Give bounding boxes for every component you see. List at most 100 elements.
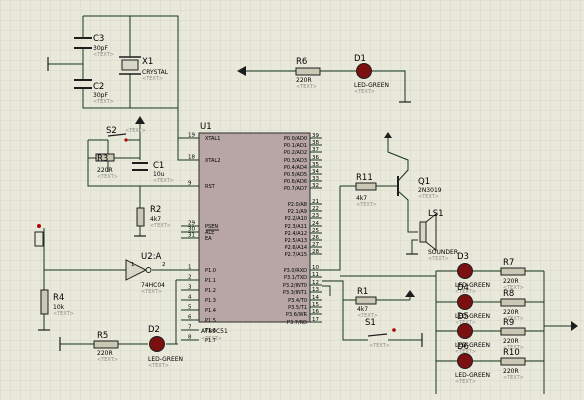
u1-pin-number: 33 [312,176,319,182]
u1-pin-number: 6 [188,315,192,321]
ls1-ref: LS1 [428,209,444,219]
r1-body [355,296,377,305]
u1-pin-name: P2.2/A10 [285,216,307,222]
d1-text-placeholder: <TEXT> [354,89,375,95]
u2-value: 74HC04 [141,282,165,289]
u1-pin-number: 36 [312,155,319,161]
u1-pin-name: P1.1 [205,278,216,284]
u1-pin-name: P2.0/A8 [288,202,307,208]
s1-contact [392,328,396,332]
u1-pin-number: 13 [312,287,319,293]
led [457,294,473,310]
c1-value: 10u [153,171,165,178]
d1-ref: D1 [354,54,366,64]
resistor-value: 220R [503,368,519,375]
led-ref: D5 [457,312,469,322]
u1-pin-name: P3.2/INT0 [283,283,307,289]
u1-pin-name: EA [205,236,212,242]
d2-text-placeholder: <TEXT> [148,363,169,369]
u1-pin-number: 21 [312,199,319,205]
led [457,323,473,339]
c1-text-placeholder: <TEXT> [153,178,174,184]
u1-pin-name: P0.6/AD6 [284,179,307,185]
u2-inverter-bubble [145,267,152,273]
u1-pin-number: 16 [312,309,319,315]
r2-ref: R2 [150,205,161,215]
ls1-value: SOUNDER [428,249,458,256]
x1-ref: X1 [142,57,153,67]
x1-value: CRYSTAL [142,69,169,76]
u1-microcontroller[interactable]: U1 AT89C51 <TEXT> 19XTAL118XTAL29RST29PS… [181,122,322,344]
d2-ref: D2 [148,325,160,335]
resistor-ref: R9 [503,318,514,328]
s2-text-placeholder: <TEXT> [125,128,146,134]
u1-pin-number: 8 [188,335,192,341]
u1-pin-name: P1.2 [205,288,216,294]
d1-led [356,63,372,79]
r6-value: 220R [296,77,312,84]
resistor-value: 220R [503,278,519,285]
u1-pin-name: P1.4 [205,308,216,314]
u1-pin-name: P0.4/AD4 [284,165,307,171]
u1-pin-name: P0.5/AD5 [284,172,307,178]
led [457,353,473,369]
u1-pin-name: P1.0 [205,268,216,274]
u2-pin-out: 2 [162,262,166,268]
c3-ref: C3 [93,34,104,44]
u1-pin-name: P1.5 [205,318,216,324]
u1-pin-name: RST [205,184,216,190]
resistor-body [500,357,526,366]
u1-pin-name: P3.0/RXD [284,268,308,274]
led [457,263,473,279]
u1-pin-number: 38 [312,140,319,146]
u1-pin-number: 24 [312,221,319,227]
d2-value: LED-GREEN [148,356,183,363]
led-ref: D6 [457,342,469,352]
r6-ref: R6 [296,57,307,67]
resistor-value: 220R [503,338,519,345]
resistor-body [500,327,526,336]
u1-pin-number: 5 [188,305,192,311]
resistor-ref: R8 [503,289,514,299]
ls1-body [419,221,427,243]
u1-pin-number: 4 [188,295,192,301]
led-value: LED-GREEN [455,372,490,379]
u1-pin-name: P1.3 [205,298,216,304]
d1-value: LED-GREEN [354,82,389,89]
q1-ref: Q1 [418,177,430,187]
u1-pin-name: P2.6/A14 [285,245,307,251]
r1-ref: R1 [357,287,368,297]
s1-text-placeholder: <TEXT> [369,343,390,349]
u1-pin-number: 27 [312,242,319,248]
q1-text-placeholder: <TEXT> [418,194,439,200]
u1-pin-number: 17 [312,317,319,323]
r3-value: 220R [97,167,113,174]
u1-pin-name: P3.7/RD [287,320,307,326]
r2-value: 4k7 [150,216,161,223]
r4-ref: R4 [53,293,64,303]
resistor-ref: R10 [503,348,520,358]
u1-pin-number: 12 [312,280,319,286]
u1-pin-name: P3.1/TXD [284,275,307,281]
u1-pin-number: 14 [312,295,319,301]
u1-pin-number: 15 [312,302,319,308]
s1-ref: S1 [365,318,376,328]
resistor-text-placeholder: <TEXT> [503,375,524,381]
u1-pin-number: 32 [312,183,319,189]
u2-pin-in: 1 [131,262,135,268]
r4-text-placeholder: <TEXT> [53,311,74,317]
u1-right-pins: 39 P0.0/AD0 38 P0.1/AD1 37 P0.2/AD2 36 P0.3/AD3… [283,133,322,326]
r6-text-placeholder: <TEXT> [296,84,317,90]
u1-pin-name: P2.3/A11 [285,224,307,230]
r4-value: 10k [53,304,65,311]
u1-pin-name: P2.4/A12 [285,231,307,237]
led-text-placeholder: <TEXT> [455,379,476,385]
led-ref: D3 [457,252,469,262]
u1-pin-number: 34 [312,169,319,175]
r3-text-placeholder: <TEXT> [97,174,118,180]
c2-ref: C2 [93,82,104,92]
r3-ref: R3 [97,154,108,164]
schematic-canvas: U1 AT89C51 <TEXT> 19XTAL118XTAL29RST29PS… [0,0,584,400]
r11-body [355,182,377,191]
u1-pin-number: 22 [312,206,319,212]
